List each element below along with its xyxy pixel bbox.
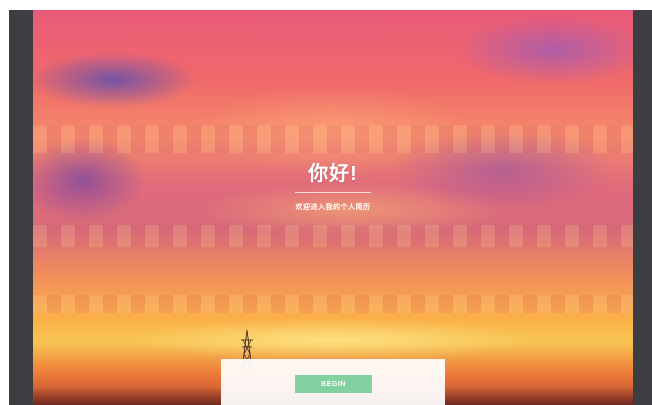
title-divider <box>295 192 371 193</box>
hero-title: 你好! <box>308 163 358 185</box>
hero-subtitle: 欢迎进入我的个人简历 <box>295 204 371 211</box>
hero-background: 你好! 欢迎进入我的个人简历 <box>33 10 633 405</box>
cloud-band <box>33 225 633 247</box>
begin-panel: BEGIN <box>221 359 445 405</box>
cloud-band <box>33 125 633 153</box>
begin-button[interactable]: BEGIN <box>295 375 372 393</box>
cloud-band <box>33 295 633 313</box>
